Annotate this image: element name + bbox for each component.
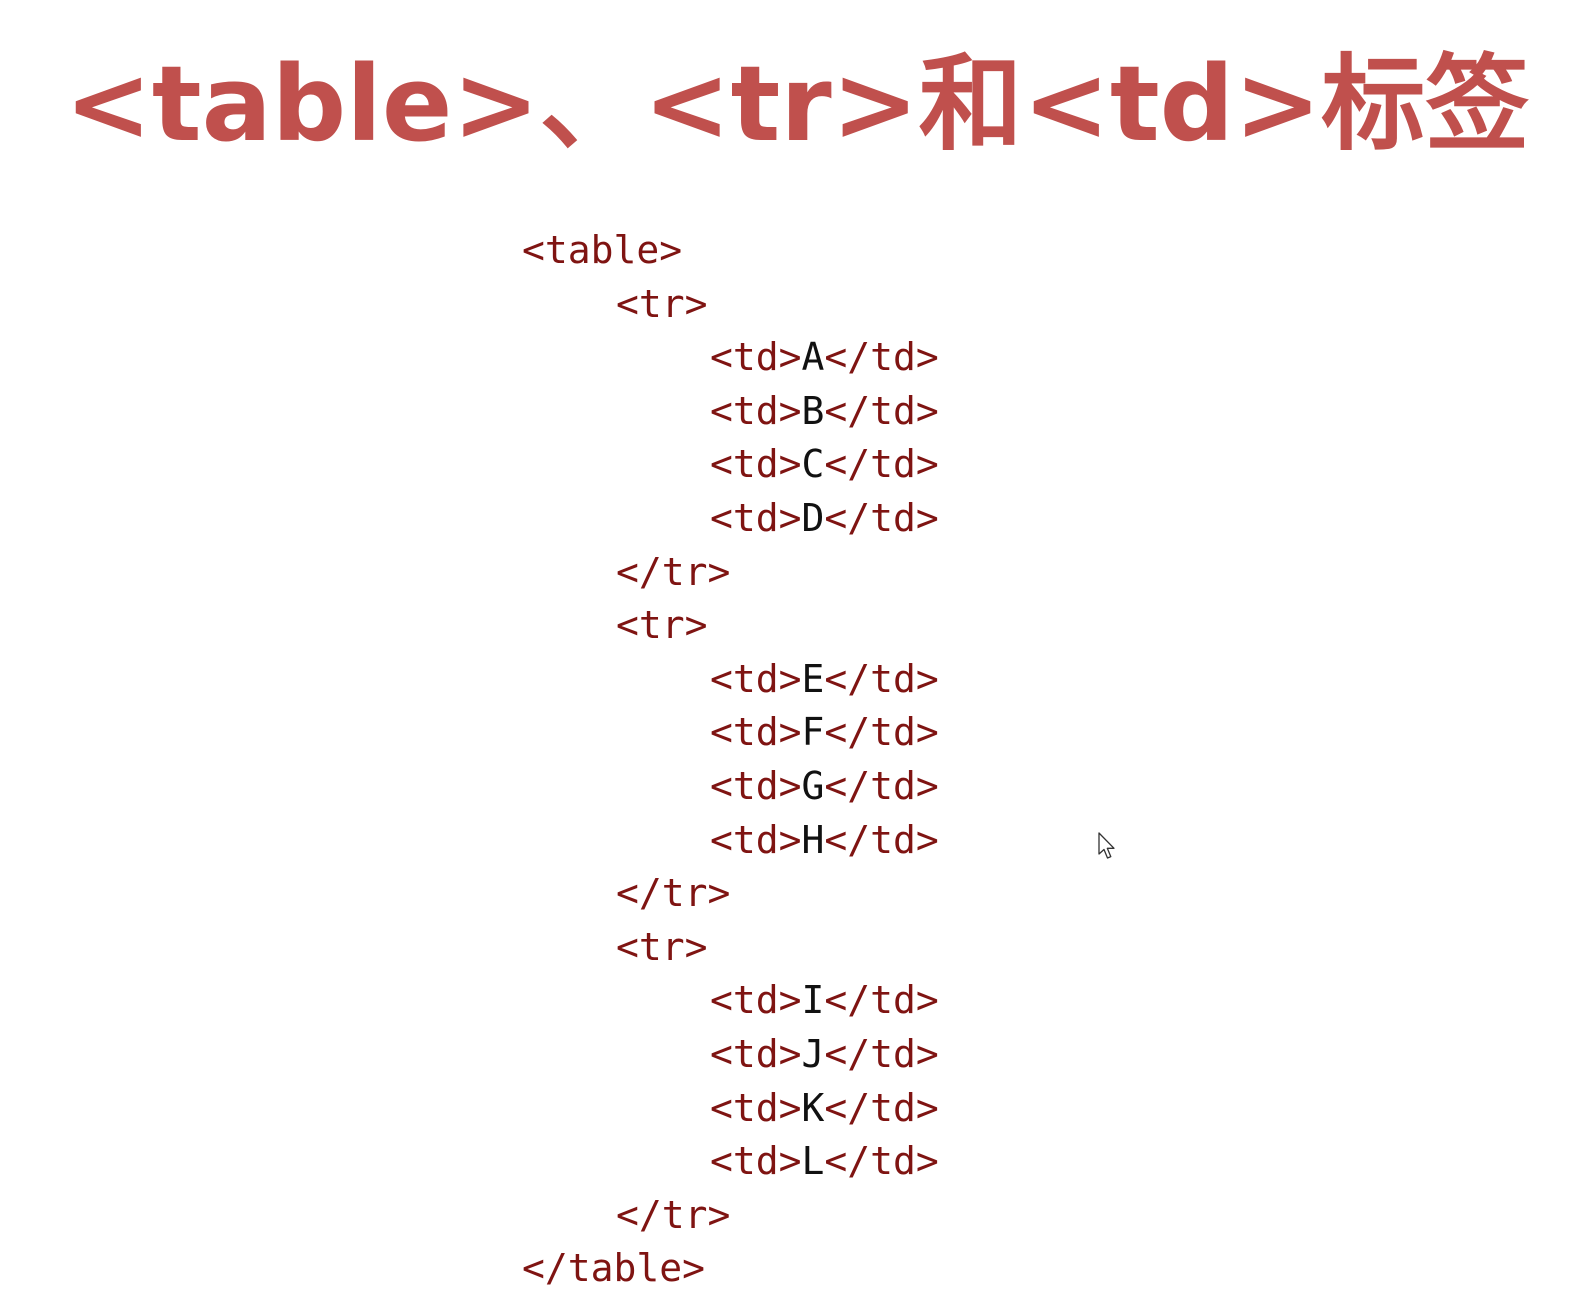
cell-content: F	[801, 710, 825, 755]
code-line: <td>I</td>	[522, 974, 1222, 1028]
tag-close: </td>	[824, 495, 939, 540]
tag-open: <td>	[710, 656, 802, 701]
tag-open: <td>	[710, 763, 802, 808]
cell-content: C	[801, 442, 825, 487]
code-line: <td>D</td>	[522, 492, 1222, 546]
code-line: <table>	[522, 224, 1222, 278]
tag-close: </td>	[824, 817, 939, 862]
code-line: <td>J</td>	[522, 1028, 1222, 1082]
cell-content: I	[801, 978, 825, 1023]
tag-open: <td>	[710, 335, 802, 380]
tag-open: </tr>	[616, 549, 731, 594]
tag-close: </td>	[824, 1085, 939, 1130]
code-line: <td>L</td>	[522, 1135, 1222, 1189]
cell-content: H	[801, 817, 825, 862]
tag-close: </td>	[824, 335, 939, 380]
tag-close: </td>	[824, 388, 939, 433]
code-line: <td>B</td>	[522, 385, 1222, 439]
tag-open: <td>	[710, 495, 802, 540]
cell-content: K	[801, 1085, 825, 1130]
tag-close: </td>	[824, 763, 939, 808]
cell-content: A	[801, 335, 825, 380]
code-line: <td>A</td>	[522, 331, 1222, 385]
tag-open: <tr>	[616, 603, 708, 648]
code-line: <tr>	[522, 921, 1222, 975]
tag-open: </table>	[522, 1246, 706, 1291]
code-line: </tr>	[522, 546, 1222, 600]
tag-close: </td>	[824, 1031, 939, 1076]
tag-open: <td>	[710, 1031, 802, 1076]
code-line: <td>K</td>	[522, 1082, 1222, 1136]
code-line: <td>E</td>	[522, 653, 1222, 707]
cell-content: J	[801, 1031, 825, 1076]
tag-open: <td>	[710, 388, 802, 433]
tag-close: </td>	[824, 656, 939, 701]
tag-open: <td>	[710, 710, 802, 755]
tag-close: </td>	[824, 710, 939, 755]
cell-content: G	[801, 763, 825, 808]
tag-open: <tr>	[616, 924, 708, 969]
tag-open: <td>	[710, 817, 802, 862]
code-line: <tr>	[522, 599, 1222, 653]
tag-open: <tr>	[616, 281, 708, 326]
code-line: <tr>	[522, 278, 1222, 332]
tag-open: </tr>	[616, 1192, 731, 1237]
tag-close: </td>	[824, 978, 939, 1023]
code-line: </tr>	[522, 867, 1222, 921]
tag-open: <td>	[710, 978, 802, 1023]
code-block: <table> <tr> <td>A</td> <td>B</td> <td>C</td…	[522, 224, 1222, 1296]
code-line: <td>F</td>	[522, 706, 1222, 760]
code-line: <td>G</td>	[522, 760, 1222, 814]
code-line: </table>	[522, 1242, 1222, 1296]
code-line: <td>C</td>	[522, 438, 1222, 492]
tag-open: <td>	[710, 1085, 802, 1130]
mouse-pointer-icon	[1098, 832, 1115, 859]
tag-open: <table>	[522, 228, 683, 272]
tag-close: </td>	[824, 442, 939, 487]
cell-content: L	[801, 1139, 825, 1184]
tag-open: <td>	[710, 1139, 802, 1184]
code-line: </tr>	[522, 1189, 1222, 1243]
cell-content: D	[801, 495, 825, 540]
cell-content: B	[801, 388, 825, 433]
tag-open: </tr>	[616, 871, 731, 916]
cell-content: E	[801, 656, 825, 701]
tag-open: <td>	[710, 442, 802, 487]
tag-close: </td>	[824, 1139, 939, 1184]
slide-title: <table>、<tr>和<td>标签	[64, 43, 1530, 165]
